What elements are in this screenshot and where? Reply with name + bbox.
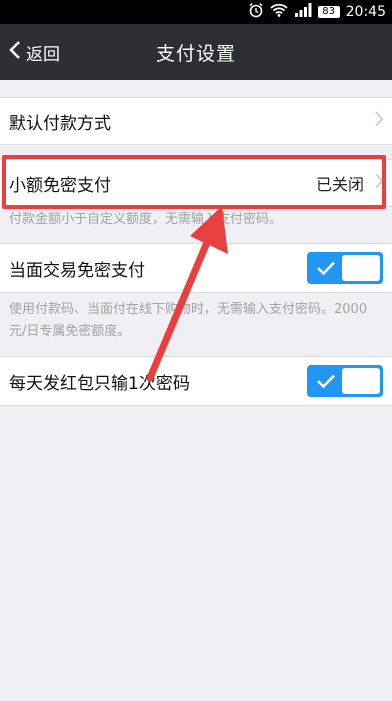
annotation-arrow-icon [146, 206, 228, 382]
